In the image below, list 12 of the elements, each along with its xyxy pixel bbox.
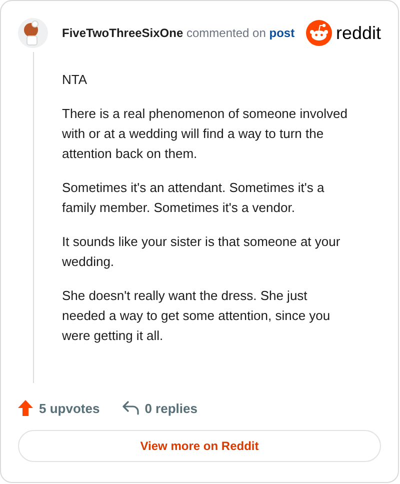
comment-paragraph: She doesn't really want the dress. She just needed a way to get some attention, since you were getting it all.	[62, 287, 332, 345]
post-link[interactable]: post	[269, 26, 295, 40]
comment-paragraph: There is a real phenomenon of someone involved with or at a wedding will find a way to turn the attention back on them.	[62, 105, 348, 163]
comment-paragraph: It sounds like your sister is that someone at your wedding.	[62, 233, 342, 271]
username[interactable]: FiveTwoThreeSixOne	[62, 26, 184, 40]
upvote-count: 5 upvotes	[39, 400, 100, 418]
comment-paragraph: NTA	[62, 71, 88, 89]
logo-text: reddit	[336, 24, 381, 42]
reply-count: 0 replies	[144, 400, 198, 418]
comment-paragraph: Sometimes it's an attendant. Sometimes it's a family member. Sometimes it's a vendor.	[62, 179, 326, 217]
action-text: commented on	[186, 26, 266, 40]
view-more-button[interactable]: View more on Reddit	[18, 430, 381, 462]
